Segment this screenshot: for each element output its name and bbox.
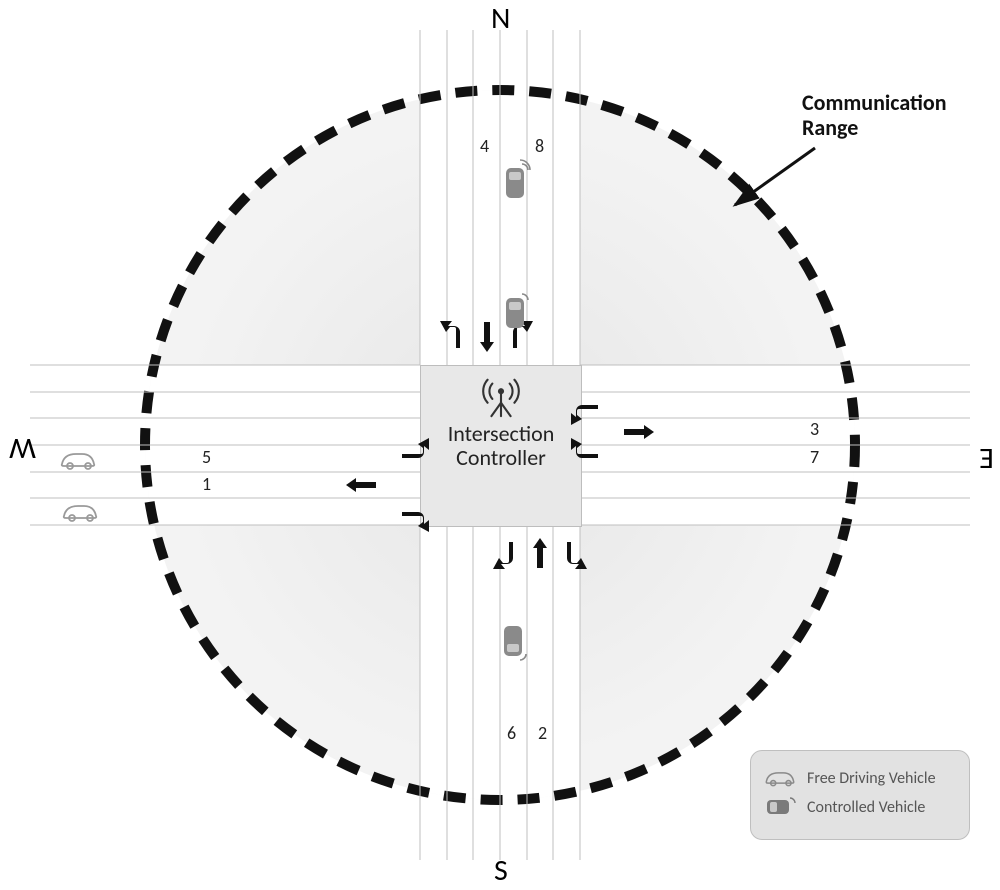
lane-label-1: 1	[202, 473, 211, 495]
diagram-stage: Intersection Controller	[0, 0, 1000, 890]
compass-e: E	[968, 440, 1000, 477]
comm-range-label: Communication Range	[802, 90, 947, 141]
lane-label-7: 7	[810, 446, 819, 468]
lane-label-8: 8	[535, 135, 544, 157]
lane-label-4: 4	[480, 135, 489, 157]
legend-row-free: Free Driving Vehicle	[763, 767, 957, 789]
lane-label-2: 2	[538, 722, 547, 744]
legend-row-controlled: Controlled Vehicle	[763, 795, 957, 819]
comm-range-pointer-arrow	[720, 140, 830, 220]
comm-range-line1: Communication	[802, 89, 947, 116]
comm-range-line2: Range	[802, 114, 858, 141]
car-free-icon	[763, 767, 797, 789]
controlled-car-n-1	[500, 160, 530, 204]
lane-label-6: 6	[507, 722, 516, 744]
lane-label-3: 3	[810, 418, 819, 440]
legend-box: Free Driving Vehicle Controlled Vehicle	[750, 750, 970, 840]
compass-w: W	[4, 430, 41, 467]
compass-n: N	[491, 0, 510, 37]
controlled-car-n-2	[500, 290, 530, 334]
legend-controlled-text: Controlled Vehicle	[807, 798, 925, 817]
compass-s: S	[494, 852, 508, 889]
free-car-w-1	[58, 448, 98, 472]
free-car-w-2	[60, 500, 100, 524]
lane-label-5: 5	[202, 446, 211, 468]
legend-free-text: Free Driving Vehicle	[807, 769, 936, 788]
controlled-car-s	[498, 620, 528, 664]
car-controlled-icon	[763, 795, 797, 819]
